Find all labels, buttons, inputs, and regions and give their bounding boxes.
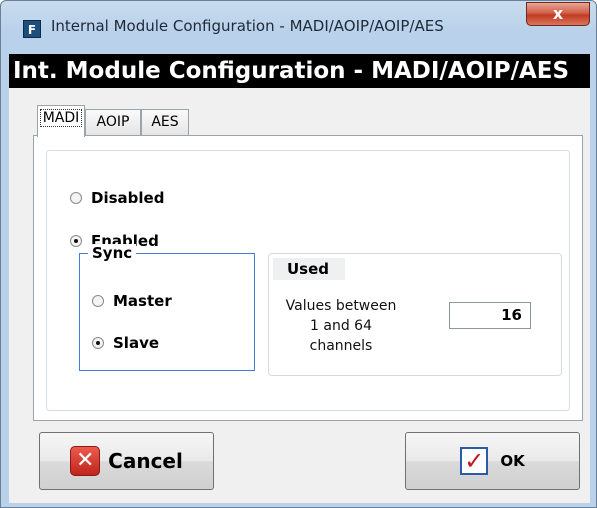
master-option[interactable]: Master — [92, 292, 172, 310]
disabled-label: Disabled — [91, 189, 165, 207]
cancel-button-label: Cancel — [108, 449, 183, 473]
disabled-option[interactable]: Disabled — [70, 189, 164, 207]
master-label: Master — [113, 292, 172, 310]
cancel-x-icon: ✕ — [70, 446, 101, 476]
sync-group-title: Sync — [88, 244, 137, 262]
dialog-window: F Internal Module Configuration - MADI/A… — [0, 0, 597, 508]
disabled-radio[interactable] — [70, 192, 82, 204]
tab-aes[interactable]: AES — [141, 109, 189, 136]
slave-option[interactable]: Slave — [92, 334, 159, 352]
tab-aes-label: AES — [151, 114, 179, 130]
ok-button[interactable]: ✓ OK — [405, 432, 580, 490]
slave-radio[interactable] — [92, 337, 104, 349]
title-bar[interactable]: F Internal Module Configuration - MADI/A… — [1, 1, 596, 51]
madi-tab-panel: Disabled Enabled Sync Master Slave Used … — [33, 135, 583, 421]
used-channels-box: Used Values between 1 and 64 channels 16 — [268, 253, 562, 376]
ok-button-label: OK — [500, 452, 525, 470]
close-button[interactable]: x — [526, 2, 590, 26]
used-desc-line2: 1 and 64 — [310, 318, 372, 334]
cancel-button[interactable]: ✕ Cancel — [39, 432, 214, 490]
sync-groupbox: Sync Master Slave — [79, 244, 255, 371]
used-desc-line3: channels — [309, 338, 373, 354]
tab-madi-label: MADI — [39, 109, 83, 127]
tab-aoip[interactable]: AOIP — [85, 109, 141, 136]
checkmark-icon: ✓ — [460, 447, 489, 475]
used-channels-input[interactable]: 16 — [449, 302, 531, 329]
page-title: Int. Module Configuration - MADI/AOIP/AE… — [9, 54, 590, 88]
dialog-client: Int. Module Configuration - MADI/AOIP/AE… — [9, 54, 590, 503]
enabled-radio[interactable] — [70, 235, 82, 247]
tab-aoip-label: AOIP — [96, 114, 130, 130]
slave-label: Slave — [113, 334, 160, 352]
master-radio[interactable] — [92, 295, 104, 307]
used-desc-line1: Values between — [285, 298, 397, 314]
app-logo-icon: F — [23, 20, 41, 38]
window-title: Internal Module Configuration - MADI/AOI… — [51, 17, 444, 35]
used-description: Values between 1 and 64 channels — [279, 296, 403, 356]
used-title: Used — [273, 258, 345, 280]
tab-madi[interactable]: MADI — [37, 105, 85, 137]
